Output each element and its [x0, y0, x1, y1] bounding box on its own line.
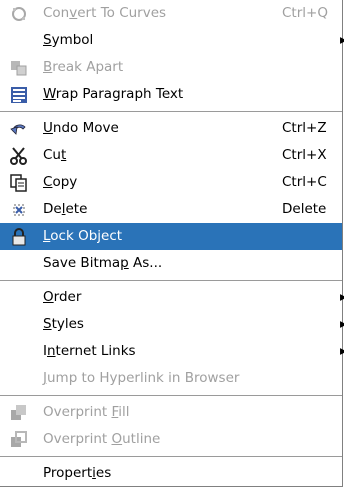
menu-item-convert-to-curves[interactable]: Convert To Curves Ctrl+Q — [0, 0, 342, 27]
menu-item-label: Undo Move — [43, 120, 119, 136]
lock-icon — [10, 228, 28, 246]
menu-item-overprint-fill[interactable]: Overprint Fill — [0, 399, 342, 426]
menu-item-label: Delete — [43, 201, 88, 217]
shortcut-text: Delete — [282, 201, 327, 217]
menu-item-order[interactable]: Order ▸ — [0, 284, 344, 311]
menu-separator — [0, 111, 342, 112]
menu-item-label: Wrap Paragraph Text — [43, 86, 184, 102]
menu-item-label: Copy — [43, 174, 78, 190]
menu-item-delete[interactable]: Delete Delete — [0, 196, 342, 223]
menu-separator — [0, 280, 342, 281]
menu-item-overprint-outline[interactable]: Overprint Outline — [0, 426, 342, 453]
shortcut-text: Ctrl+Z — [282, 120, 327, 136]
undo-icon — [10, 120, 28, 138]
menu-item-lock-object[interactable]: Lock Object — [0, 223, 342, 250]
menu-item-label: Lock Object — [43, 228, 123, 244]
menu-item-break-apart[interactable]: Break Apart — [0, 54, 342, 81]
menu-item-jump-to-hyperlink[interactable]: Jump to Hyperlink in Browser — [0, 365, 342, 392]
menu-item-cut[interactable]: Cut Ctrl+X — [0, 142, 342, 169]
menu-item-label: Break Apart — [43, 59, 124, 75]
menu-item-label: Jump to Hyperlink in Browser — [43, 370, 240, 386]
menu-item-undo-move[interactable]: Undo Move Ctrl+Z — [0, 115, 342, 142]
menu-item-save-bitmap-as[interactable]: Save Bitmap As... — [0, 250, 342, 277]
menu-item-label: Properties — [43, 465, 112, 481]
menu-item-label: Convert To Curves — [43, 5, 167, 21]
wrap-paragraph-icon — [10, 86, 28, 104]
submenu-arrow-icon: ▸ — [340, 343, 344, 359]
menu-item-label: Overprint Outline — [43, 431, 161, 447]
menu-item-properties[interactable]: Properties — [0, 460, 342, 487]
menu-item-label: Cut — [43, 147, 67, 163]
context-menu: Convert To Curves Ctrl+Q Symbol ▸ Break … — [0, 0, 344, 487]
shortcut-text: Ctrl+Q — [282, 5, 328, 21]
menu-item-styles[interactable]: Styles ▸ — [0, 311, 344, 338]
submenu-arrow-icon: ▸ — [340, 316, 344, 332]
shortcut-text: Ctrl+X — [282, 147, 327, 163]
submenu-arrow-icon: ▸ — [340, 32, 344, 48]
break-apart-icon — [10, 59, 28, 77]
menu-item-label: Styles — [43, 316, 84, 332]
menu-item-label: Symbol — [43, 32, 94, 48]
menu-item-copy[interactable]: Copy Ctrl+C — [0, 169, 342, 196]
delete-icon — [10, 201, 28, 219]
convert-to-curves-icon — [10, 5, 28, 23]
overprint-outline-icon — [10, 431, 28, 449]
shortcut-text: Ctrl+C — [282, 174, 327, 190]
menu-item-label: Order — [43, 289, 82, 305]
menu-separator — [0, 456, 342, 457]
scissors-icon — [10, 147, 28, 165]
menu-item-internet-links[interactable]: Internet Links ▸ — [0, 338, 344, 365]
menu-item-wrap-paragraph-text[interactable]: Wrap Paragraph Text — [0, 81, 342, 108]
copy-icon — [10, 174, 28, 192]
menu-item-label: Internet Links — [43, 343, 136, 359]
menu-item-symbol[interactable]: Symbol ▸ — [0, 27, 344, 54]
submenu-arrow-icon: ▸ — [340, 289, 344, 305]
menu-item-label: Save Bitmap As... — [43, 255, 163, 271]
overprint-fill-icon — [10, 404, 28, 422]
menu-separator — [0, 395, 342, 396]
menu-item-label: Overprint Fill — [43, 404, 130, 420]
